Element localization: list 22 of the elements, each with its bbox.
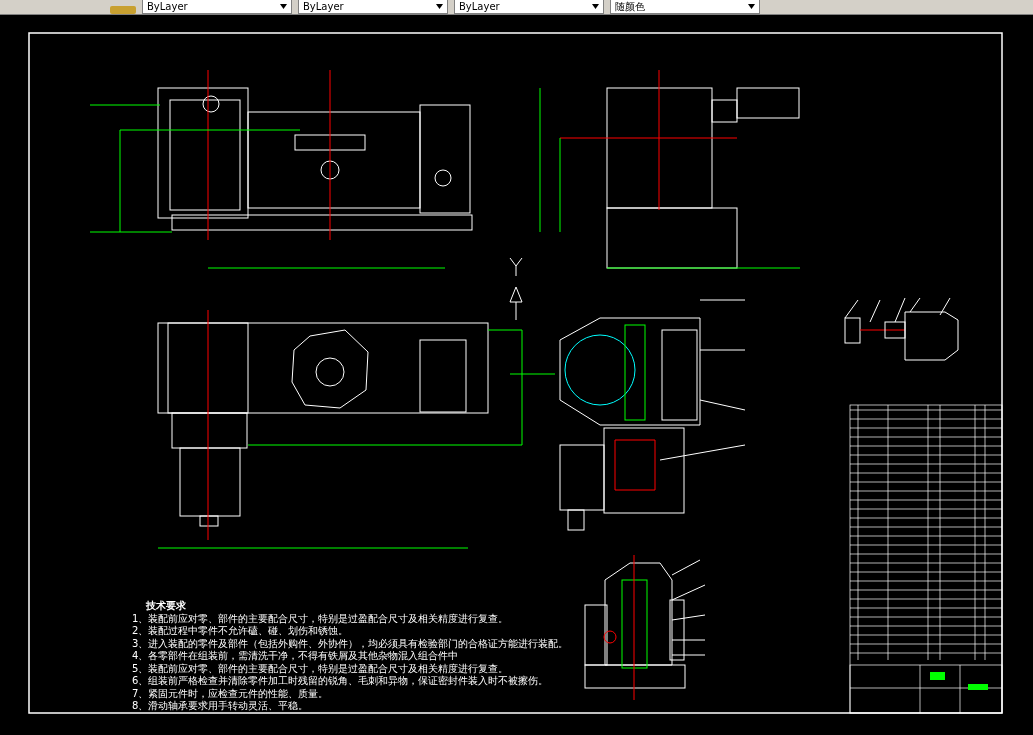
property-dropdown[interactable]: ByLayer bbox=[298, 0, 448, 14]
dropdown-value: ByLayer bbox=[459, 0, 500, 13]
caret-icon bbox=[748, 4, 755, 9]
requirement-text: 8、滑动轴承要求用手转动灵活、平稳。 bbox=[132, 700, 310, 713]
dropdown-value: ByLayer bbox=[147, 0, 188, 13]
requirement-text: 1、装配前应对零、部件的主要配合尺寸，特别是过盈配合尺寸及相关精度进行复查。 bbox=[132, 612, 510, 625]
requirement-text: 4、各零部件在组装前，需清洗干净，不得有铁屑及其他杂物混入组合件中 bbox=[132, 650, 460, 663]
dropdown-value: ByLayer bbox=[303, 0, 344, 13]
caret-icon bbox=[280, 4, 287, 9]
caret-icon bbox=[592, 4, 599, 9]
requirement-text: 2、装配过程中零件不允许磕、碰、划伤和锈蚀。 bbox=[132, 625, 350, 638]
property-dropdown[interactable]: 随颜色 bbox=[610, 0, 760, 14]
axis-arrow-drawing bbox=[509, 257, 523, 321]
requirement-text: 5、装配前应对零、部件的主要配合尺寸，特别是过盈配合尺寸及相关精度进行复查。 bbox=[132, 662, 510, 675]
property-dropdown[interactable]: ByLayer bbox=[454, 0, 604, 14]
requirement-text: 6、组装前严格检查并清除零件加工时残留的锐角、毛刺和异物，保证密封件装入时不被擦伤。 bbox=[132, 675, 550, 688]
dropdown-value: 随颜色 bbox=[615, 0, 645, 13]
requirement-text: 3、进入装配的零件及部件（包括外购件、外协件），均必须具有检验部门的合格证方能进行装配。 bbox=[132, 637, 569, 650]
caret-icon bbox=[436, 4, 443, 9]
requirement-text: 7、紧固元件时，应检查元件的性能、质量。 bbox=[132, 687, 330, 700]
property-dropdown[interactable]: ByLayer bbox=[142, 0, 292, 14]
requirements-heading: 技术要求 bbox=[145, 600, 187, 613]
